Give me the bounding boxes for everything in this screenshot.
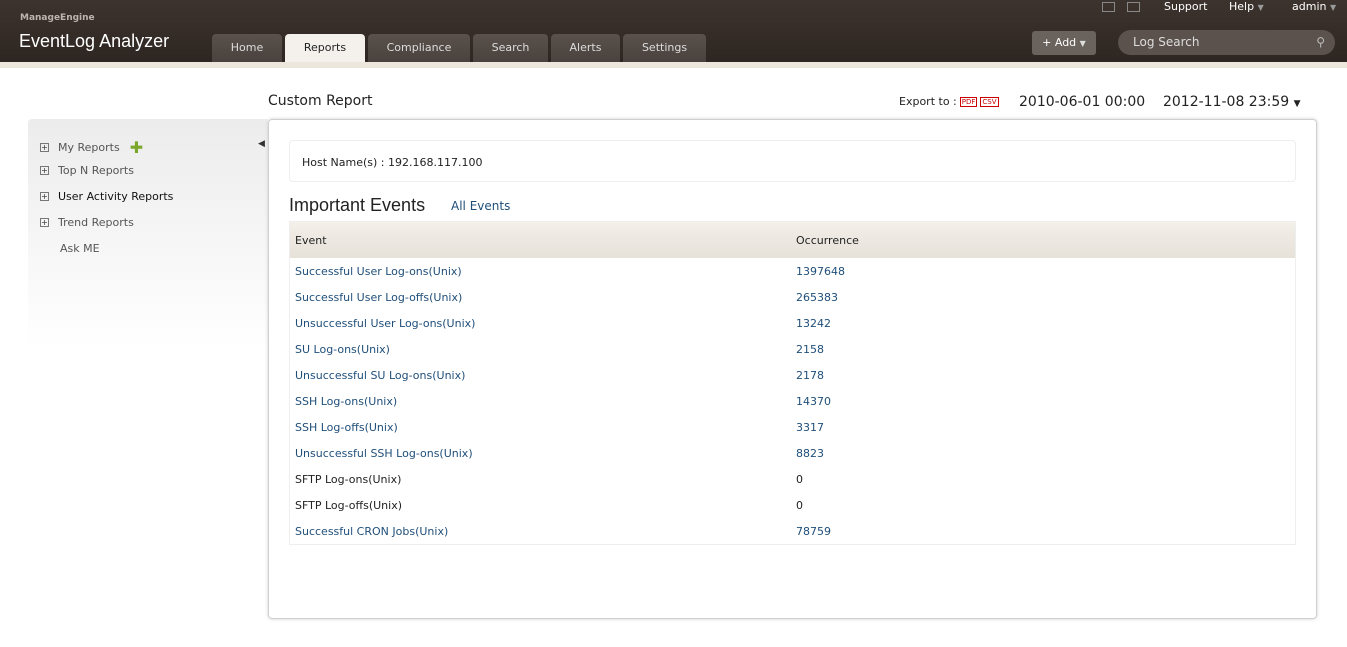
sidebar-item-label: Top N Reports bbox=[58, 164, 134, 177]
expand-icon[interactable]: + bbox=[40, 192, 49, 201]
csv-export-icon[interactable]: CSV bbox=[980, 97, 999, 107]
sidebar-item-top-n-reports[interactable]: + Top N Reports bbox=[40, 164, 134, 177]
search-placeholder: Log Search bbox=[1133, 35, 1200, 49]
table-header: Event Occurrence bbox=[290, 222, 1295, 258]
chevron-down-icon: ▼ bbox=[1329, 3, 1337, 12]
event-name[interactable]: SSH Log-ons(Unix) bbox=[295, 395, 397, 408]
events-table: Event Occurrence Successful User Log-ons… bbox=[289, 221, 1296, 545]
sidebar-item-label: Trend Reports bbox=[58, 216, 134, 229]
expand-icon[interactable]: + bbox=[40, 143, 49, 152]
event-count[interactable]: 78759 bbox=[796, 525, 831, 538]
event-name: SFTP Log-ons(Unix) bbox=[295, 473, 402, 486]
table-row: SU Log-ons(Unix) 2158 bbox=[290, 336, 1295, 362]
sidebar-item-ask-me[interactable]: Ask ME bbox=[60, 242, 100, 255]
table-row: Unsuccessful User Log-ons(Unix) 13242 bbox=[290, 310, 1295, 336]
help-menu[interactable]: Help ▼ bbox=[1229, 0, 1264, 13]
table-row: Successful CRON Jobs(Unix) 78759 bbox=[290, 518, 1295, 544]
table-row: Unsuccessful SSH Log-ons(Unix) 8823 bbox=[290, 440, 1295, 466]
event-count: 0 bbox=[796, 499, 803, 512]
table-row: Successful User Log-offs(Unix) 265383 bbox=[290, 284, 1295, 310]
all-events-link[interactable]: All Events bbox=[451, 199, 510, 213]
event-count[interactable]: 1397648 bbox=[796, 265, 845, 278]
tab-search[interactable]: Search bbox=[473, 34, 548, 62]
column-header-event[interactable]: Event bbox=[295, 234, 327, 247]
sidebar-item-label: My Reports bbox=[58, 141, 120, 154]
event-name[interactable]: Unsuccessful SSH Log-ons(Unix) bbox=[295, 447, 473, 460]
sidebar: + My Reports ✚ + Top N Reports + User Activi… bbox=[28, 119, 268, 349]
date-from: 2010-06-01 00:00 bbox=[1019, 94, 1146, 110]
event-count[interactable]: 8823 bbox=[796, 447, 824, 460]
tab-home[interactable]: Home bbox=[212, 34, 282, 62]
tab-alerts[interactable]: Alerts bbox=[551, 34, 620, 62]
tab-reports[interactable]: Reports bbox=[285, 34, 365, 62]
add-label: + Add bbox=[1042, 36, 1077, 49]
event-count[interactable]: 14370 bbox=[796, 395, 831, 408]
add-button[interactable]: + Add ▼ bbox=[1032, 31, 1096, 55]
event-count[interactable]: 2158 bbox=[796, 343, 824, 356]
host-info: Host Name(s) : 192.168.117.100 bbox=[289, 140, 1296, 182]
product-name: EventLog Analyzer bbox=[19, 31, 170, 51]
date-to: 2012-11-08 23:59 bbox=[1162, 94, 1290, 110]
add-report-icon[interactable]: ✚ bbox=[130, 138, 143, 157]
user-menu[interactable]: admin ▼ bbox=[1292, 0, 1336, 13]
sidebar-item-trend-reports[interactable]: + Trend Reports bbox=[40, 216, 134, 229]
table-row: SFTP Log-offs(Unix) 0 bbox=[290, 492, 1295, 518]
top-header: ManageEngine EventLog Analyzer Home Repo… bbox=[0, 0, 1347, 62]
keyboard-icon[interactable] bbox=[1127, 2, 1140, 12]
monitor-icon[interactable] bbox=[1102, 2, 1115, 12]
sidebar-item-label: User Activity Reports bbox=[58, 190, 174, 203]
page-title: Custom Report bbox=[268, 93, 373, 109]
export-bar: Export to : PDF CSV bbox=[899, 95, 999, 108]
expand-icon[interactable]: + bbox=[40, 218, 49, 227]
table-row: SFTP Log-ons(Unix) 0 bbox=[290, 466, 1295, 492]
section-heading: Important Events bbox=[289, 195, 426, 215]
chevron-down-icon: ▼ bbox=[1079, 39, 1086, 48]
event-count[interactable]: 3317 bbox=[796, 421, 824, 434]
tab-compliance[interactable]: Compliance bbox=[368, 34, 470, 62]
event-name[interactable]: Successful User Log-ons(Unix) bbox=[295, 265, 462, 278]
column-header-occurrence[interactable]: Occurrence bbox=[796, 234, 859, 247]
export-label: Export to : bbox=[899, 95, 957, 108]
sidebar-item-my-reports[interactable]: + My Reports ✚ bbox=[40, 138, 143, 157]
chevron-down-icon: ▼ bbox=[1293, 99, 1301, 109]
help-label: Help bbox=[1229, 0, 1255, 13]
tab-settings[interactable]: Settings bbox=[623, 34, 706, 62]
event-count[interactable]: 13242 bbox=[796, 317, 831, 330]
support-link[interactable]: Support bbox=[1164, 0, 1207, 13]
event-name[interactable]: Unsuccessful SU Log-ons(Unix) bbox=[295, 369, 465, 382]
table-row: SSH Log-ons(Unix) 14370 bbox=[290, 388, 1295, 414]
event-name[interactable]: SSH Log-offs(Unix) bbox=[295, 421, 398, 434]
event-name[interactable]: Successful CRON Jobs(Unix) bbox=[295, 525, 448, 538]
pdf-export-icon[interactable]: PDF bbox=[959, 97, 978, 107]
sidebar-item-user-activity-reports[interactable]: + User Activity Reports bbox=[40, 190, 173, 203]
event-name[interactable]: Successful User Log-offs(Unix) bbox=[295, 291, 462, 304]
chevron-down-icon: ▼ bbox=[1257, 3, 1264, 12]
date-range-picker[interactable]: 2010-06-01 00:00 2012-11-08 23:59 ▼ bbox=[1019, 94, 1301, 110]
header-divider bbox=[0, 62, 1347, 68]
expand-icon[interactable]: + bbox=[40, 166, 49, 175]
event-name: SFTP Log-offs(Unix) bbox=[295, 499, 402, 512]
collapse-sidebar-icon[interactable]: ◀ bbox=[258, 139, 265, 149]
event-count[interactable]: 265383 bbox=[796, 291, 838, 304]
event-name[interactable]: SU Log-ons(Unix) bbox=[295, 343, 390, 356]
log-search-input[interactable]: Log Search ⚲ bbox=[1118, 30, 1335, 55]
event-count: 0 bbox=[796, 473, 803, 486]
event-count[interactable]: 2178 bbox=[796, 369, 824, 382]
brand-logo: ManageEngine bbox=[20, 13, 95, 23]
user-label: admin bbox=[1292, 0, 1327, 13]
table-row: SSH Log-offs(Unix) 3317 bbox=[290, 414, 1295, 440]
table-row: Successful User Log-ons(Unix) 1397648 bbox=[290, 258, 1295, 284]
table-row: Unsuccessful SU Log-ons(Unix) 2178 bbox=[290, 362, 1295, 388]
search-icon[interactable]: ⚲ bbox=[1316, 30, 1325, 55]
event-name[interactable]: Unsuccessful User Log-ons(Unix) bbox=[295, 317, 475, 330]
